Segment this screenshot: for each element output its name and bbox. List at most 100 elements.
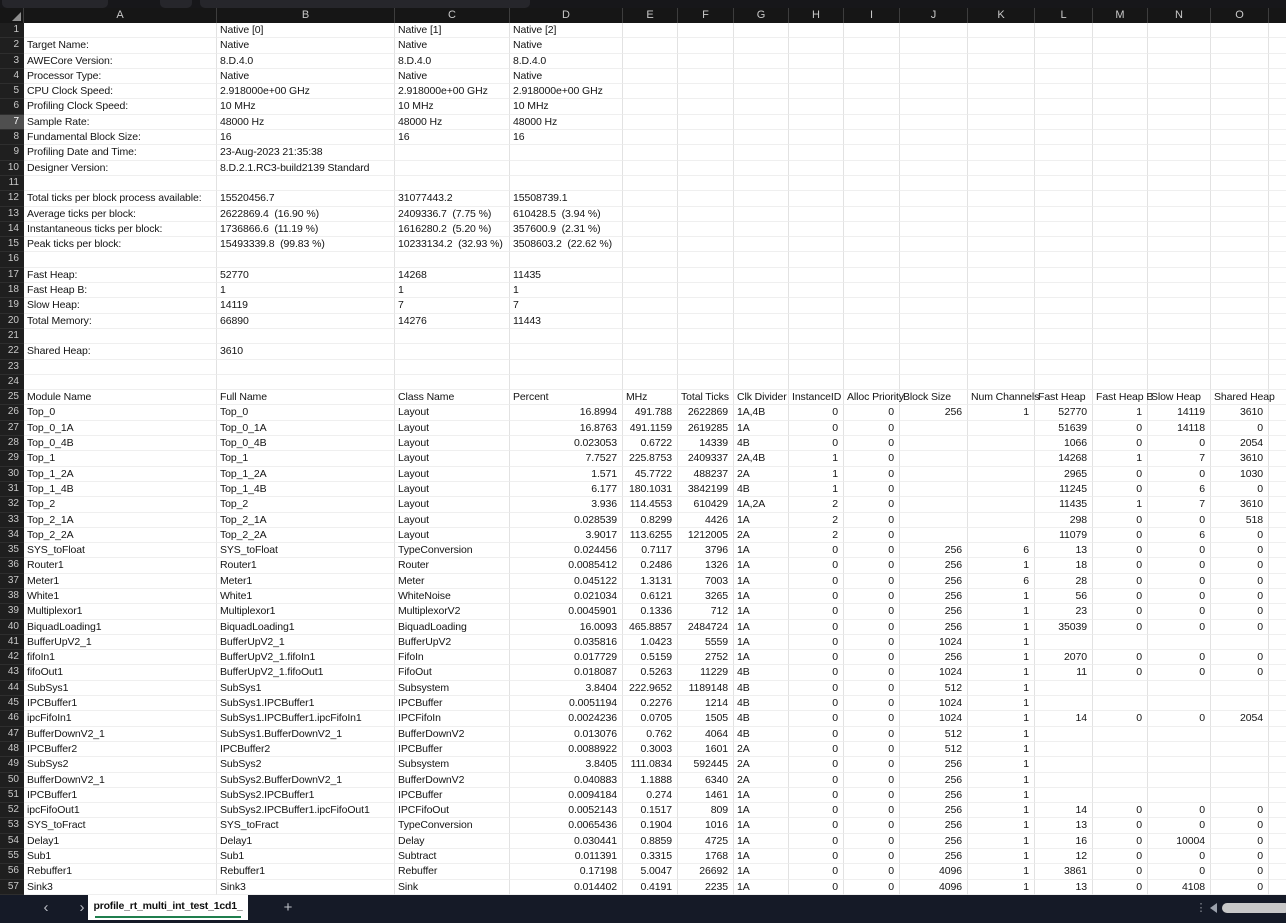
cell-H38[interactable]: 0 (789, 589, 844, 604)
cell-H16[interactable] (789, 252, 844, 267)
cell-F44[interactable]: 1189148 (678, 681, 734, 696)
cell-C43[interactable]: FifoOut (395, 665, 510, 680)
cell-J35[interactable]: 256 (900, 543, 968, 558)
cell-partial-3[interactable] (1269, 54, 1286, 69)
cell-N53[interactable]: 0 (1148, 818, 1211, 833)
cell-M24[interactable] (1093, 375, 1148, 390)
cell-N8[interactable] (1148, 130, 1211, 145)
cell-D32[interactable]: 3.936 (510, 497, 623, 512)
cell-C50[interactable]: BufferDownV2 (395, 773, 510, 788)
cell-M41[interactable] (1093, 635, 1148, 650)
cell-F35[interactable]: 3796 (678, 543, 734, 558)
row-header-42[interactable]: 42 (0, 650, 24, 665)
cell-H27[interactable]: 0 (789, 421, 844, 436)
cell-J41[interactable]: 1024 (900, 635, 968, 650)
cell-H19[interactable] (789, 298, 844, 313)
cell-G1[interactable] (734, 23, 789, 38)
cell-partial-56[interactable] (1269, 864, 1286, 879)
cell-D43[interactable]: 0.018087 (510, 665, 623, 680)
cell-C19[interactable]: 7 (395, 298, 510, 313)
cell-K31[interactable] (968, 482, 1035, 497)
cell-D31[interactable]: 6.177 (510, 482, 623, 497)
cell-C51[interactable]: IPCBuffer (395, 788, 510, 803)
cell-K42[interactable]: 1 (968, 650, 1035, 665)
cell-F40[interactable]: 2484724 (678, 620, 734, 635)
cell-L44[interactable] (1035, 681, 1093, 696)
cell-G32[interactable]: 1A,2A (734, 497, 789, 512)
cell-N36[interactable]: 0 (1148, 558, 1211, 573)
column-header-K[interactable]: K (968, 8, 1035, 23)
cell-L54[interactable]: 16 (1035, 834, 1093, 849)
cell-B53[interactable]: SYS_toFract (217, 818, 395, 833)
cell-K17[interactable] (968, 268, 1035, 283)
cell-E43[interactable]: 0.5263 (623, 665, 678, 680)
cell-E52[interactable]: 0.1517 (623, 803, 678, 818)
cell-J17[interactable] (900, 268, 968, 283)
cell-G50[interactable]: 2A (734, 773, 789, 788)
cell-C2[interactable]: Native (395, 38, 510, 53)
cell-A31[interactable]: Top_1_4B (24, 482, 217, 497)
cell-K33[interactable] (968, 513, 1035, 528)
cell-H54[interactable]: 0 (789, 834, 844, 849)
cell-G2[interactable] (734, 38, 789, 53)
cell-D17[interactable]: 11435 (510, 268, 623, 283)
cell-M40[interactable]: 0 (1093, 620, 1148, 635)
cell-I4[interactable] (844, 69, 900, 84)
cell-M25[interactable]: Fast Heap B (1093, 390, 1148, 405)
cell-partial-37[interactable] (1269, 574, 1286, 589)
cell-E10[interactable] (623, 161, 678, 176)
cell-A43[interactable]: fifoOut1 (24, 665, 217, 680)
cell-G43[interactable]: 4B (734, 665, 789, 680)
column-header-G[interactable]: G (734, 8, 789, 23)
cell-B22[interactable]: 3610 (217, 344, 395, 359)
cell-H20[interactable] (789, 314, 844, 329)
cell-A39[interactable]: Multiplexor1 (24, 604, 217, 619)
cell-O55[interactable]: 0 (1211, 849, 1269, 864)
cell-G17[interactable] (734, 268, 789, 283)
cell-B24[interactable] (217, 375, 395, 390)
cell-D5[interactable]: 2.918000e+00 GHz (510, 84, 623, 99)
cell-A11[interactable] (24, 176, 217, 191)
cell-partial-43[interactable] (1269, 665, 1286, 680)
cell-M21[interactable] (1093, 329, 1148, 344)
cell-M47[interactable] (1093, 727, 1148, 742)
cell-N42[interactable]: 0 (1148, 650, 1211, 665)
row-header-5[interactable]: 5 (0, 84, 24, 99)
cell-partial-21[interactable] (1269, 329, 1286, 344)
cell-E14[interactable] (623, 222, 678, 237)
cell-N11[interactable] (1148, 176, 1211, 191)
cell-partial-31[interactable] (1269, 482, 1286, 497)
cell-H50[interactable]: 0 (789, 773, 844, 788)
cell-K52[interactable]: 1 (968, 803, 1035, 818)
cell-J33[interactable] (900, 513, 968, 528)
row-header-40[interactable]: 40 (0, 620, 24, 635)
cell-E25[interactable]: MHz (623, 390, 678, 405)
cell-O37[interactable]: 0 (1211, 574, 1269, 589)
cell-G52[interactable]: 1A (734, 803, 789, 818)
cell-J36[interactable]: 256 (900, 558, 968, 573)
cell-F15[interactable] (678, 237, 734, 252)
cell-partial-48[interactable] (1269, 742, 1286, 757)
cell-L17[interactable] (1035, 268, 1093, 283)
cell-G7[interactable] (734, 115, 789, 130)
cell-O12[interactable] (1211, 191, 1269, 206)
cell-B41[interactable]: BufferUpV2_1 (217, 635, 395, 650)
cell-N24[interactable] (1148, 375, 1211, 390)
cell-C23[interactable] (395, 360, 510, 375)
cell-H49[interactable]: 0 (789, 757, 844, 772)
cell-E37[interactable]: 1.3131 (623, 574, 678, 589)
cell-L10[interactable] (1035, 161, 1093, 176)
cell-A47[interactable]: BufferDownV2_1 (24, 727, 217, 742)
cell-J7[interactable] (900, 115, 968, 130)
cell-O5[interactable] (1211, 84, 1269, 99)
cell-partial-14[interactable] (1269, 222, 1286, 237)
cell-A23[interactable] (24, 360, 217, 375)
cell-E8[interactable] (623, 130, 678, 145)
cell-O50[interactable] (1211, 773, 1269, 788)
cell-C17[interactable]: 14268 (395, 268, 510, 283)
cell-G35[interactable]: 1A (734, 543, 789, 558)
cell-E27[interactable]: 491.1159 (623, 421, 678, 436)
cell-L9[interactable] (1035, 145, 1093, 160)
cell-G8[interactable] (734, 130, 789, 145)
cell-F6[interactable] (678, 99, 734, 114)
